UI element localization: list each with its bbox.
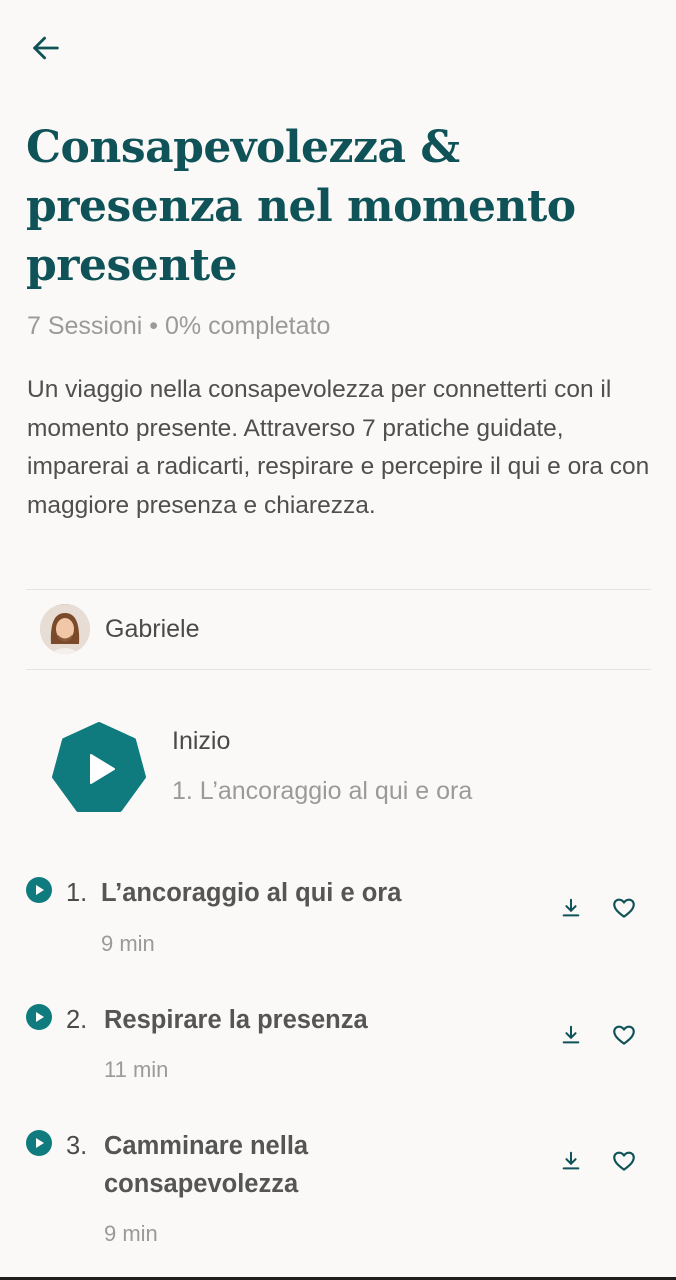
download-button[interactable] — [556, 1020, 586, 1050]
arrow-left-icon — [33, 36, 59, 60]
program-title: Consapevolezza & presenza nel momento pr… — [26, 122, 576, 291]
avatar — [40, 604, 90, 654]
favorite-button[interactable] — [608, 1145, 640, 1177]
session-duration: 11 min — [104, 1057, 169, 1082]
play-circle-icon[interactable] — [26, 1004, 52, 1030]
heart-icon — [613, 898, 635, 918]
favorite-button[interactable] — [608, 892, 640, 924]
start-session: 1. L’ancoraggio al qui e ora — [172, 777, 473, 805]
program-description: Un viaggio nella consapevolezza per conn… — [27, 376, 650, 519]
download-icon — [562, 898, 580, 917]
play-icon — [52, 722, 146, 812]
divider — [26, 589, 651, 590]
author-row[interactable]: Gabriele — [40, 604, 200, 654]
session-duration: 9 min — [101, 931, 155, 956]
session-number: 2. — [66, 1006, 88, 1034]
author-name: Gabriele — [105, 614, 200, 643]
download-button[interactable] — [556, 1146, 586, 1176]
download-icon — [562, 1151, 580, 1170]
session-title: Respirare la presenza — [104, 1006, 368, 1034]
play-circle-icon[interactable] — [26, 1130, 52, 1156]
favorite-button[interactable] — [608, 1019, 640, 1051]
heart-icon — [613, 1025, 635, 1045]
heart-icon — [613, 1151, 635, 1171]
play-circle-icon[interactable] — [26, 877, 52, 903]
session-duration: 9 min — [104, 1221, 158, 1246]
start-label: Inizio — [172, 727, 231, 755]
session-title: Camminare nella consapevolezza — [104, 1132, 309, 1198]
download-button[interactable] — [556, 893, 586, 923]
program-meta: 7 Sessioni • 0% completato — [27, 312, 331, 340]
divider — [26, 669, 651, 670]
start-play-button[interactable] — [52, 722, 146, 816]
download-icon — [562, 1025, 580, 1044]
back-button[interactable] — [26, 28, 66, 68]
session-number: 1. — [66, 879, 88, 907]
session-title: L’ancoraggio al qui e ora — [101, 879, 402, 907]
session-number: 3. — [66, 1132, 88, 1160]
